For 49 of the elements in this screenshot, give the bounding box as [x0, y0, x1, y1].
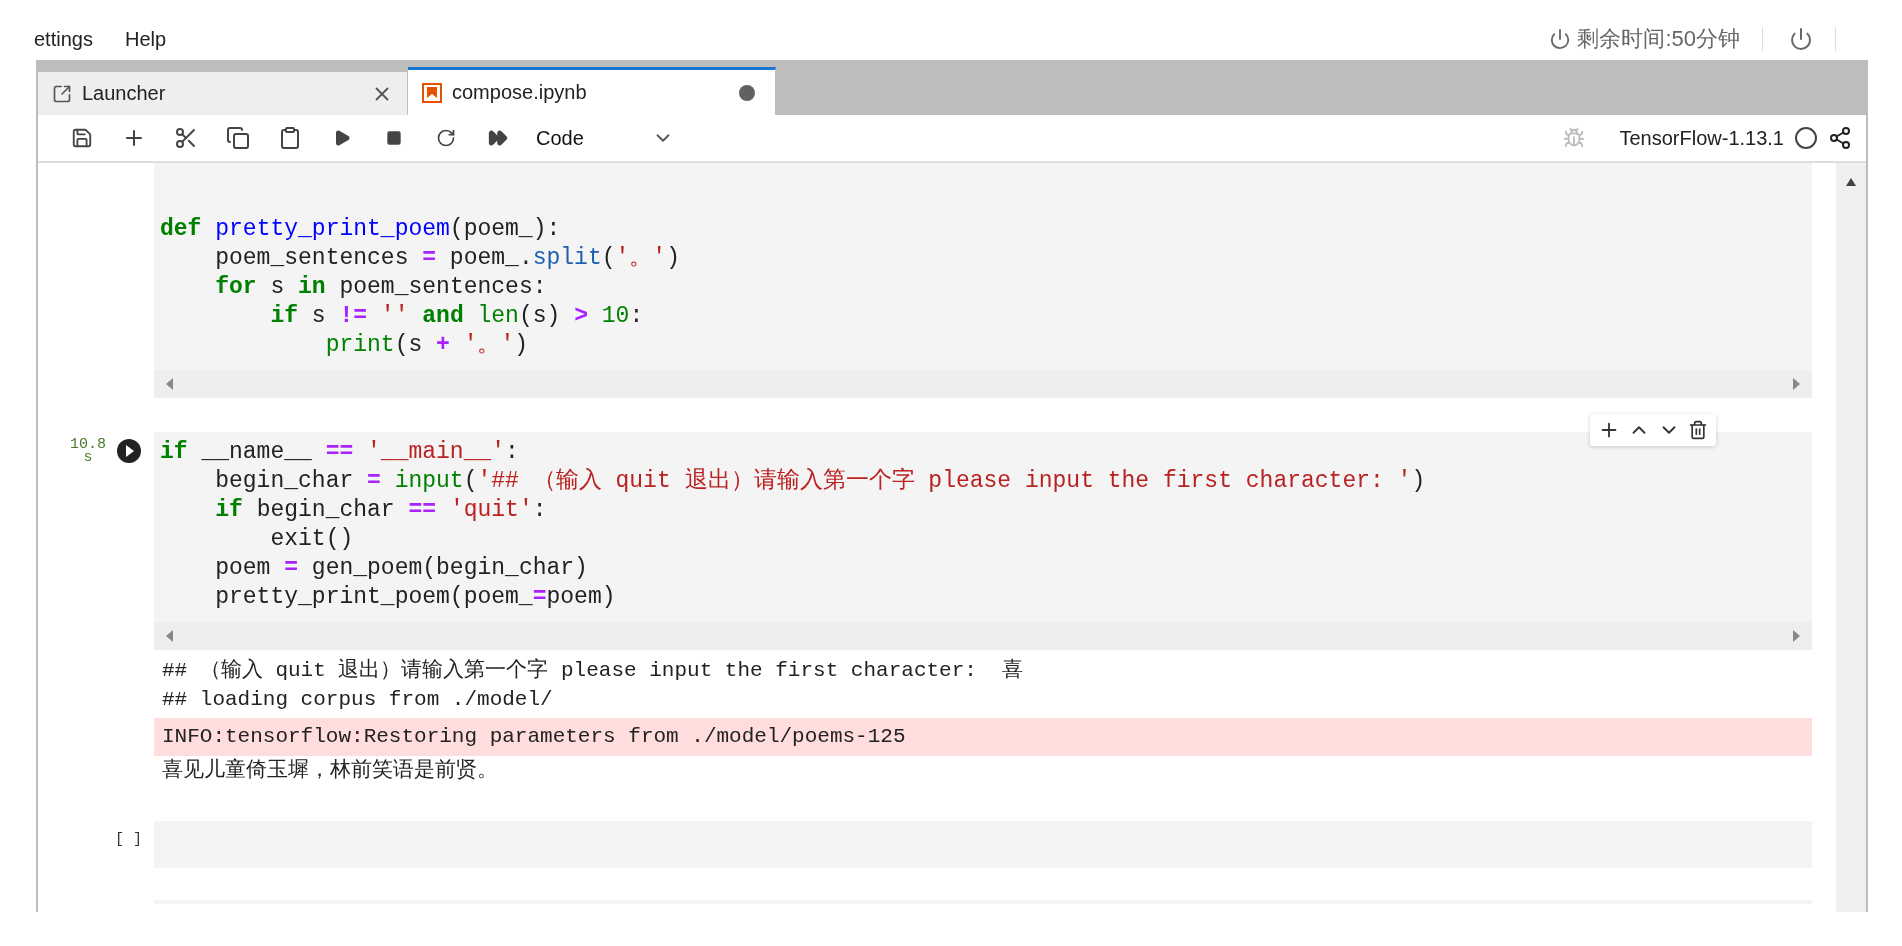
tab[interactable]: Launcher — [38, 72, 408, 115]
kernel-status-icon — [1794, 126, 1818, 150]
clipboard-icon[interactable] — [278, 126, 302, 150]
code-line: if __name__ == '__main__': — [160, 438, 520, 467]
cell-prompt: 10.8 s — [70, 438, 106, 464]
output-line: ## （输入 quit 退出）请输入第一个字 please input the first character: 喜 — [161, 657, 1025, 684]
launcher-icon — [52, 83, 72, 104]
refresh-icon[interactable] — [436, 128, 456, 148]
shutdown-icon[interactable] — [1789, 27, 1813, 51]
power-icon — [1549, 28, 1572, 50]
tab-label: compose.ipynb — [452, 81, 588, 104]
horizontal-scrollbar[interactable] — [154, 622, 1812, 650]
run-cell-button[interactable] — [116, 438, 142, 464]
notebook-icon — [422, 82, 442, 103]
code-line: poem_sentences = poem_.split('。') — [214, 244, 681, 273]
output-line: ## loading corpus from ./model/ — [161, 687, 554, 713]
save-icon[interactable] — [71, 127, 93, 149]
share-icon[interactable] — [1828, 126, 1852, 150]
scissors-icon[interactable] — [174, 126, 198, 150]
remaining-time: 剩余时间:50分钟 — [1577, 25, 1740, 53]
code-line: for s in poem_sentences: — [214, 273, 548, 302]
code-line: if begin_char == 'quit': — [214, 496, 548, 525]
scroll-left-icon[interactable] — [164, 377, 174, 391]
menu-item[interactable]: ettings — [34, 9, 93, 51]
code-line: def pretty_print_poem(poem_): — [160, 215, 562, 244]
code-editor[interactable]: def pretty_print_poem(poem_): poem_sentences = poem_.split('。') for s in poem_sentences: if s != '' and len(s) > 10: print(s + '。') — [154, 163, 1812, 370]
menu-item[interactable]: Help — [124, 9, 167, 51]
code-line: if s != '' and len(s) > 10: — [269, 302, 645, 331]
scroll-right-icon[interactable] — [1792, 629, 1802, 643]
tab[interactable]: compose.ipynb — [408, 67, 776, 115]
tab-label: Launcher — [82, 82, 167, 105]
copy-icon[interactable] — [226, 126, 250, 150]
cell-prompt: [ ] — [115, 833, 142, 846]
code-line: print(s + '。') — [324, 331, 530, 360]
horizontal-scrollbar[interactable] — [154, 370, 1812, 398]
cell-type-dropdown[interactable]: Code — [524, 118, 688, 158]
vertical-scrollbar[interactable] — [1836, 163, 1866, 912]
code-line: pretty_print_poem(poem_=poem) — [214, 583, 617, 612]
scroll-right-icon[interactable] — [1792, 377, 1802, 391]
fast-forward-icon[interactable] — [488, 128, 508, 148]
stop-icon[interactable] — [386, 130, 402, 146]
kernel-name[interactable]: TensorFlow-1.13.1 — [1619, 126, 1784, 150]
code-line: poem = gen_poem(begin_char) — [214, 554, 589, 583]
play-icon[interactable] — [333, 129, 351, 147]
scroll-left-icon[interactable] — [164, 629, 174, 643]
code-editor[interactable]: if __name__ == '__main__': begin_char = input('## （输入 quit 退出）请输入第一个字 please input the first character: ') if begin_char == 'quit': exit() poem = gen_poem(begin_char) pretty_print_poem(poem_=poem) — [154, 432, 1812, 622]
output-line: 喜见儿童倚玉墀，林前笑语是前贤。 — [161, 757, 499, 784]
code-line: begin_char = input('## （输入 quit 退出）请输入第一个字 please input the first character: ') — [214, 467, 1427, 496]
code-line: exit() — [269, 525, 355, 554]
